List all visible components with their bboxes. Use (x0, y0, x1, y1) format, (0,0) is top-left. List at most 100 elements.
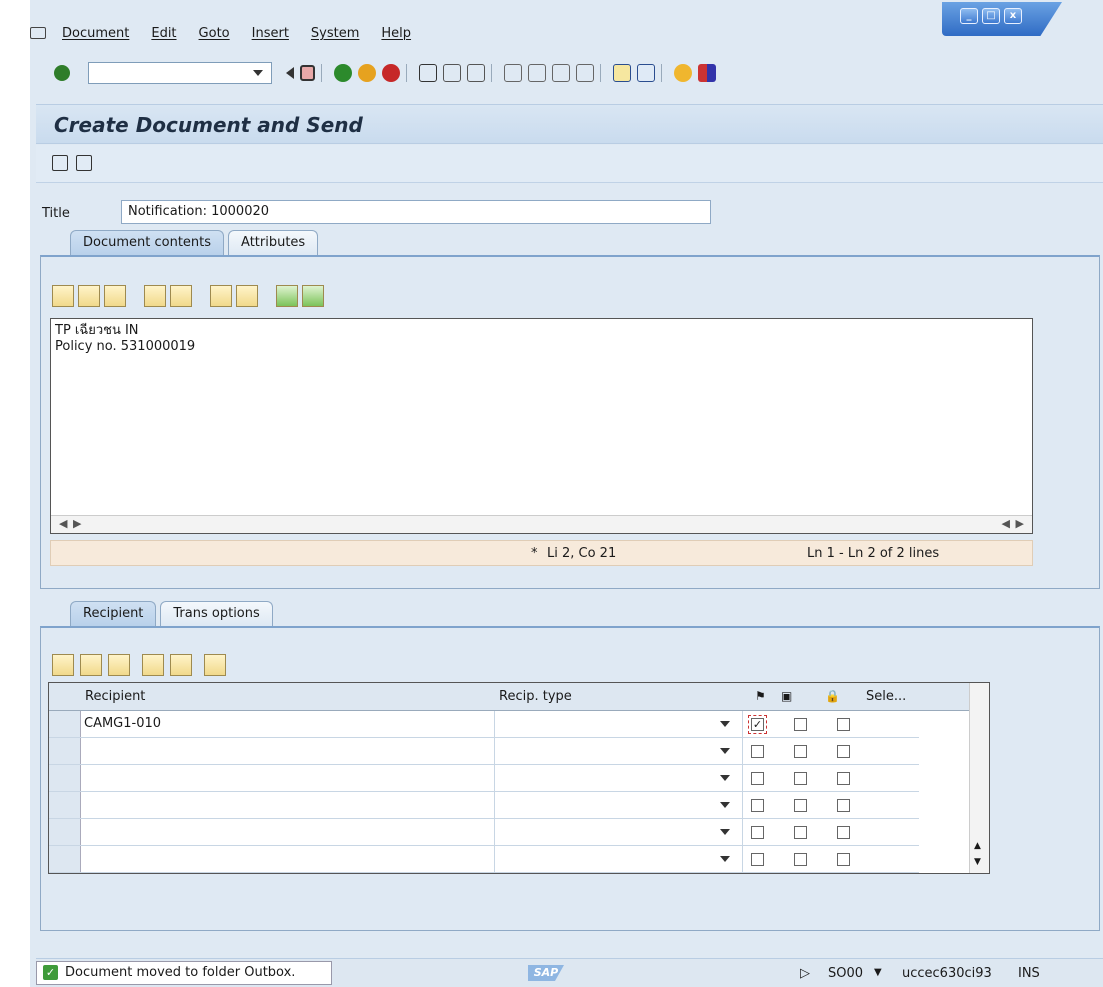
cancel-icon[interactable] (382, 64, 400, 82)
express-checkbox[interactable] (751, 772, 764, 785)
scroll-down-icon[interactable]: ▼ (974, 857, 981, 867)
transaction-code[interactable]: SO00 (828, 966, 863, 981)
delete-row-icon[interactable] (108, 654, 130, 676)
lock-checkbox[interactable] (837, 772, 850, 785)
copy-checkbox[interactable] (794, 718, 807, 731)
chevron-down-icon[interactable] (720, 721, 730, 727)
menu-edit[interactable]: Edit (151, 26, 176, 41)
copy-checkbox[interactable] (794, 799, 807, 812)
table-row[interactable] (49, 846, 919, 873)
save-icon[interactable] (300, 65, 315, 81)
recipient-cell[interactable] (81, 765, 495, 791)
minimize-button[interactable]: _ (960, 8, 978, 24)
table-row[interactable] (49, 792, 919, 819)
table-row[interactable] (49, 819, 919, 846)
tab-attributes[interactable]: Attributes (228, 230, 319, 256)
column-recipient[interactable]: Recipient (85, 689, 145, 704)
chevron-down-icon[interactable] (720, 775, 730, 781)
table-row[interactable] (49, 738, 919, 765)
horizontal-scrollbar[interactable]: ◀ ▶ ◀ ▶ (51, 515, 1032, 533)
tab-recipient[interactable]: Recipient (70, 601, 157, 627)
close-button[interactable]: x (1004, 8, 1022, 24)
attach-icon[interactable] (76, 155, 92, 171)
lock-checkbox[interactable] (837, 745, 850, 758)
layout-menu-icon[interactable] (698, 64, 716, 82)
recipient-cell[interactable] (81, 819, 495, 845)
exit-icon[interactable] (358, 64, 376, 82)
row-selector[interactable] (49, 711, 81, 737)
copy-checkbox[interactable] (794, 826, 807, 839)
redo-icon[interactable] (170, 285, 192, 307)
maximize-button[interactable]: □ (982, 8, 1000, 24)
menu-goto[interactable]: Goto (199, 26, 230, 41)
undo-icon[interactable] (144, 285, 166, 307)
row-selector[interactable] (49, 738, 81, 764)
recipient-cell[interactable] (81, 792, 495, 818)
find-text-icon[interactable] (210, 285, 232, 307)
scroll-left-icon[interactable]: ◀ (1002, 517, 1010, 530)
row-selector[interactable] (49, 819, 81, 845)
express-checkbox[interactable] (751, 853, 764, 866)
recip-type-cell[interactable] (495, 792, 743, 818)
menu-insert[interactable]: Insert (252, 26, 289, 41)
chevron-down-icon[interactable] (253, 70, 263, 76)
recipient-cell[interactable] (81, 846, 495, 872)
previous-page-icon[interactable] (528, 64, 546, 82)
column-select[interactable]: Sele... (866, 689, 906, 704)
lock-icon[interactable]: 🔒 (825, 689, 840, 703)
collapse-list-icon[interactable] (170, 654, 192, 676)
column-recip-type[interactable]: Recip. type (499, 689, 572, 704)
enter-checkmark-icon[interactable] (54, 65, 70, 81)
first-page-icon[interactable] (504, 64, 522, 82)
lock-checkbox[interactable] (837, 718, 850, 731)
send-icon[interactable] (52, 155, 68, 171)
recip-type-cell[interactable] (495, 819, 743, 845)
back-arrow-icon[interactable] (286, 67, 294, 79)
text-editor[interactable]: TP เฉียวชน IN Policy no. 531000019 ◀ ▶ ◀… (50, 318, 1033, 534)
details-icon[interactable] (52, 654, 74, 676)
scroll-right-icon[interactable]: ▶ (1016, 517, 1024, 530)
tab-trans-options[interactable]: Trans options (160, 601, 273, 627)
lock-checkbox[interactable] (837, 853, 850, 866)
lock-checkbox[interactable] (837, 799, 850, 812)
next-page-icon[interactable] (552, 64, 570, 82)
insert-mode[interactable]: INS (1018, 966, 1040, 981)
row-selector[interactable] (49, 765, 81, 791)
recip-type-cell[interactable] (495, 738, 743, 764)
recip-type-cell[interactable] (495, 846, 743, 872)
menu-system[interactable]: System (311, 26, 359, 41)
shortcut-icon[interactable] (637, 64, 655, 82)
copy-icon[interactable] (78, 285, 100, 307)
help-icon[interactable] (674, 64, 692, 82)
scroll-right-icon[interactable]: ▶ (73, 517, 81, 530)
new-session-icon[interactable] (613, 64, 631, 82)
menu-document[interactable]: Document (62, 26, 129, 41)
express-checkbox[interactable]: ✓ (748, 715, 767, 734)
insert-row-icon[interactable] (80, 654, 102, 676)
find-icon[interactable] (443, 64, 461, 82)
replace-text-icon[interactable] (236, 285, 258, 307)
row-selector[interactable] (49, 792, 81, 818)
vertical-scrollbar[interactable]: ▲ ▼ (969, 683, 989, 873)
paste-icon[interactable] (104, 285, 126, 307)
copy-checkbox[interactable] (794, 853, 807, 866)
lock-checkbox[interactable] (837, 826, 850, 839)
find-next-icon[interactable] (467, 64, 485, 82)
table-row[interactable]: CAMG1-010 ✓ (49, 711, 919, 738)
chevron-down-icon[interactable]: ▼ (874, 967, 882, 978)
copy-checkbox[interactable] (794, 772, 807, 785)
expand-list-icon[interactable] (142, 654, 164, 676)
address-book-icon[interactable] (204, 654, 226, 676)
chevron-down-icon[interactable] (720, 856, 730, 862)
menu-help[interactable]: Help (381, 26, 411, 41)
recip-type-cell[interactable] (495, 765, 743, 791)
status-message[interactable]: ✓ Document moved to folder Outbox. (36, 961, 332, 985)
express-icon[interactable]: ⚑ (755, 689, 766, 703)
chevron-down-icon[interactable] (720, 748, 730, 754)
command-field[interactable] (88, 62, 272, 84)
back-icon[interactable] (334, 64, 352, 82)
table-row[interactable] (49, 765, 919, 792)
export-icon[interactable] (302, 285, 324, 307)
recip-type-cell[interactable] (495, 711, 743, 737)
scroll-up-icon[interactable]: ▲ (974, 841, 981, 851)
